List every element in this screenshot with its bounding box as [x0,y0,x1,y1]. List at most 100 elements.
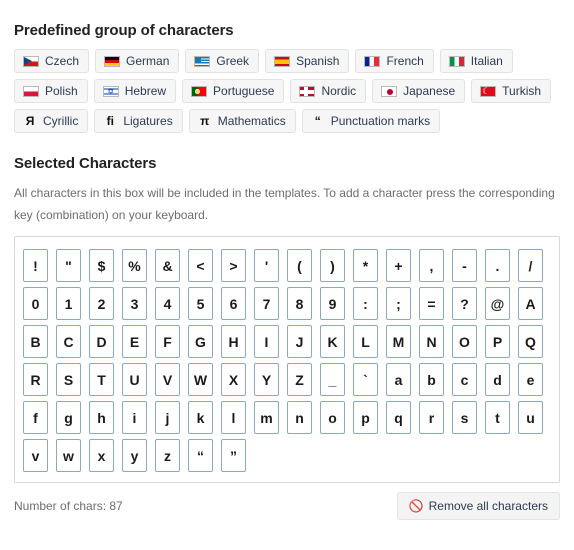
char-key[interactable]: a [386,363,411,396]
group-button-ligatures[interactable]: ﬁ Ligatures [94,109,183,133]
char-key[interactable]: Y [254,363,279,396]
char-key[interactable]: h [89,401,114,434]
char-key[interactable]: l [221,401,246,434]
char-key[interactable]: 3 [122,287,147,320]
char-key[interactable]: x [89,439,114,472]
group-button-spanish[interactable]: Spanish [265,49,350,73]
char-key[interactable]: J [287,325,312,358]
char-key[interactable]: i [122,401,147,434]
char-key[interactable]: Q [518,325,543,358]
group-button-hebrew[interactable]: Hebrew [93,79,177,103]
group-button-cyrillic[interactable]: Я Cyrillic [14,109,89,133]
remove-all-characters-button[interactable]: 🚫 Remove all characters [396,492,560,520]
char-key[interactable]: d [485,363,510,396]
char-key[interactable]: t [485,401,510,434]
char-key[interactable]: 2 [89,287,114,320]
group-button-turkish[interactable]: Turkish [471,79,552,103]
char-key[interactable]: ' [254,249,279,282]
char-key[interactable]: b [419,363,444,396]
char-key[interactable]: o [320,401,345,434]
char-key[interactable]: G [188,325,213,358]
char-key[interactable]: = [419,287,444,320]
char-key[interactable]: H [221,325,246,358]
char-key[interactable]: 8 [287,287,312,320]
char-key[interactable]: , [419,249,444,282]
char-key[interactable]: F [155,325,180,358]
char-key[interactable]: M [386,325,411,358]
group-button-punctuation-marks[interactable]: “ Punctuation marks [301,109,441,133]
char-key[interactable]: D [89,325,114,358]
char-key[interactable]: ! [23,249,48,282]
char-key[interactable]: W [188,363,213,396]
char-key[interactable]: A [518,287,543,320]
char-key[interactable]: : [353,287,378,320]
char-key[interactable]: 0 [23,287,48,320]
char-key[interactable]: 5 [188,287,213,320]
char-key[interactable]: . [485,249,510,282]
char-key[interactable]: Z [287,363,312,396]
group-button-greek[interactable]: Greek [185,49,260,73]
group-button-mathematics[interactable]: π Mathematics [188,109,296,133]
group-button-german[interactable]: German [95,49,180,73]
char-key[interactable]: ) [320,249,345,282]
group-button-french[interactable]: French [355,49,434,73]
char-key[interactable]: _ [320,363,345,396]
char-key[interactable]: c [452,363,477,396]
char-key[interactable]: / [518,249,543,282]
char-key[interactable]: E [122,325,147,358]
char-key[interactable]: $ [89,249,114,282]
char-key[interactable]: m [254,401,279,434]
char-key[interactable]: B [23,325,48,358]
char-key[interactable]: 4 [155,287,180,320]
char-key[interactable]: p [353,401,378,434]
char-key[interactable]: X [221,363,246,396]
char-key[interactable]: T [89,363,114,396]
char-key[interactable]: 6 [221,287,246,320]
char-key[interactable]: < [188,249,213,282]
group-button-japanese[interactable]: Japanese [372,79,466,103]
char-key[interactable]: * [353,249,378,282]
char-key[interactable]: 1 [56,287,81,320]
char-key[interactable]: ; [386,287,411,320]
char-key[interactable]: K [320,325,345,358]
char-key[interactable]: n [287,401,312,434]
char-key[interactable]: P [485,325,510,358]
char-key[interactable]: % [122,249,147,282]
group-button-polish[interactable]: Polish [14,79,88,103]
char-key[interactable]: " [56,249,81,282]
char-key[interactable]: e [518,363,543,396]
char-key[interactable]: L [353,325,378,358]
group-button-portuguese[interactable]: Portuguese [182,79,285,103]
char-key[interactable]: “ [188,439,213,472]
char-key[interactable]: 7 [254,287,279,320]
char-key[interactable]: z [155,439,180,472]
char-key[interactable]: r [419,401,444,434]
char-key[interactable]: v [23,439,48,472]
char-key[interactable]: I [254,325,279,358]
char-key[interactable]: V [155,363,180,396]
char-key[interactable]: y [122,439,147,472]
char-key[interactable]: j [155,401,180,434]
char-key[interactable]: w [56,439,81,472]
group-button-nordic[interactable]: Nordic [290,79,367,103]
char-key[interactable]: ` [353,363,378,396]
char-key[interactable]: S [56,363,81,396]
char-key[interactable]: R [23,363,48,396]
char-key[interactable]: ” [221,439,246,472]
char-key[interactable]: + [386,249,411,282]
char-key[interactable]: f [23,401,48,434]
char-key[interactable]: O [452,325,477,358]
char-key[interactable]: N [419,325,444,358]
char-key[interactable]: ? [452,287,477,320]
char-key[interactable]: 9 [320,287,345,320]
char-key[interactable]: - [452,249,477,282]
char-key[interactable]: > [221,249,246,282]
char-key[interactable]: @ [485,287,510,320]
group-button-italian[interactable]: Italian [439,49,513,73]
char-key[interactable]: s [452,401,477,434]
char-key[interactable]: q [386,401,411,434]
char-key[interactable]: g [56,401,81,434]
group-button-czech[interactable]: Czech [14,49,90,73]
char-key[interactable]: C [56,325,81,358]
char-key[interactable]: U [122,363,147,396]
